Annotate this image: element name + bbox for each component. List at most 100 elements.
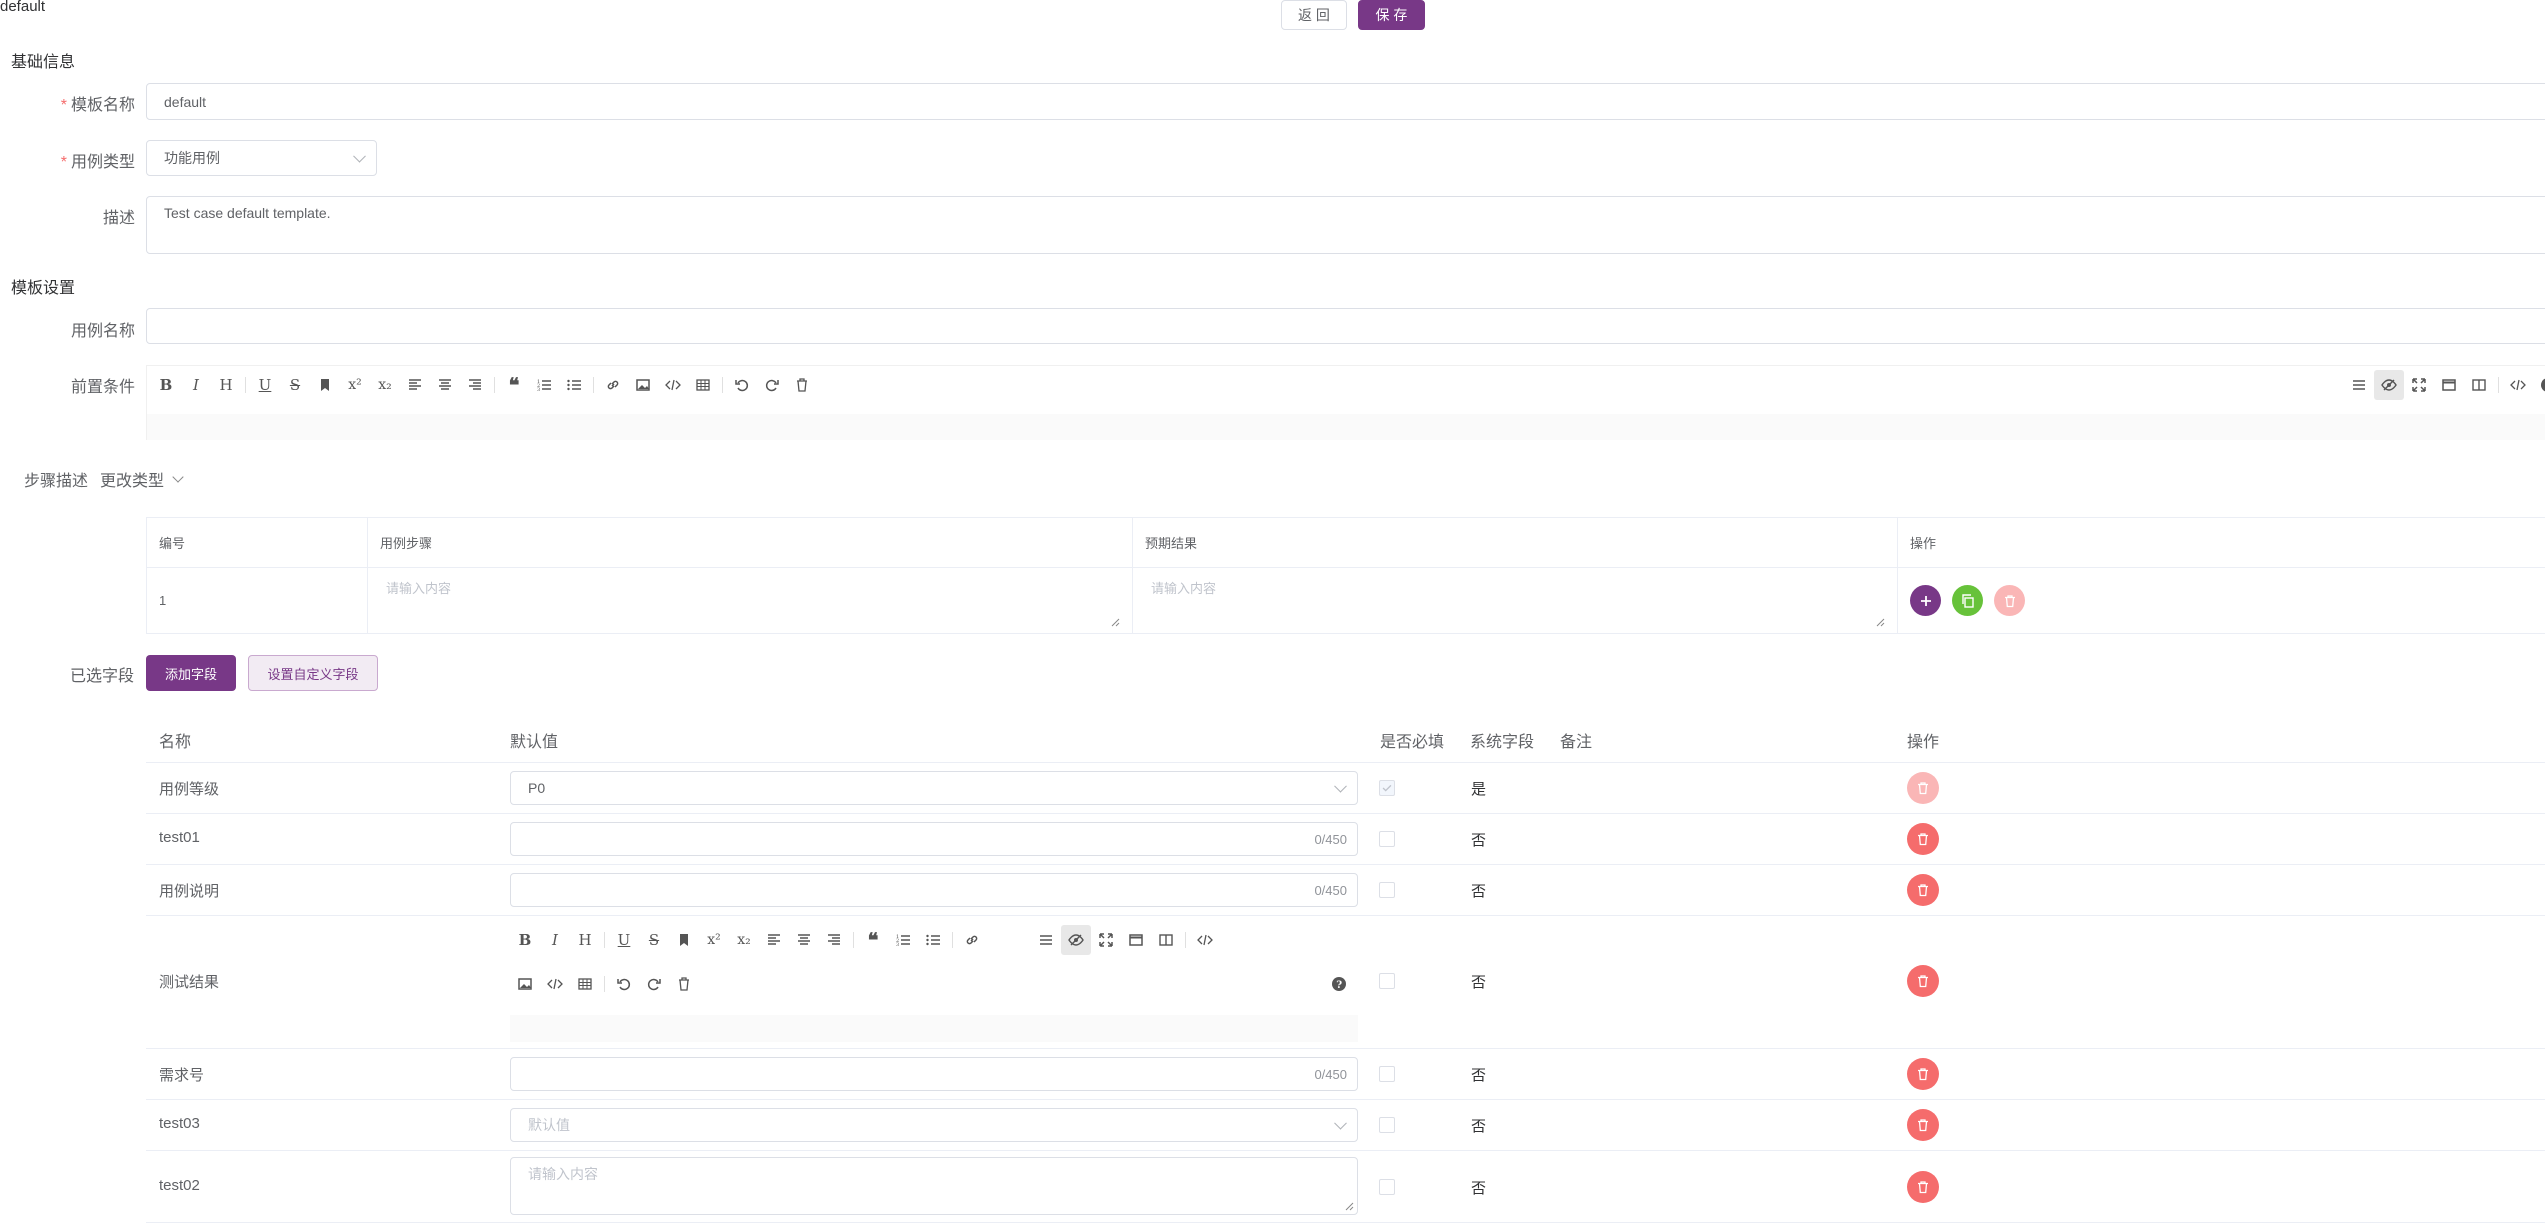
link-icon[interactable]	[957, 925, 987, 955]
system-field-value: 否	[1471, 883, 1487, 900]
italic-icon[interactable]: I	[181, 370, 211, 400]
result-textarea[interactable]: 请输入内容	[1145, 576, 1885, 627]
undo-icon[interactable]	[727, 370, 757, 400]
resize-handle-icon[interactable]	[1876, 618, 1885, 627]
back-button[interactable]: 返 回	[1281, 0, 1347, 30]
table-icon[interactable]	[570, 969, 600, 999]
template-name-input[interactable]: default	[146, 83, 2545, 120]
menu-icon[interactable]	[2344, 370, 2374, 400]
fullscreen-icon[interactable]	[2404, 370, 2434, 400]
char-counter: 0/450	[1314, 882, 1347, 898]
strikethrough-icon[interactable]: S	[280, 370, 310, 400]
trash-icon[interactable]	[787, 370, 817, 400]
image-icon[interactable]	[628, 370, 658, 400]
delete-step-button[interactable]	[1994, 585, 2025, 616]
bookmark-icon[interactable]	[310, 370, 340, 400]
align-center-icon[interactable]	[789, 925, 819, 955]
heading-icon[interactable]: H	[570, 925, 600, 955]
undo-icon[interactable]	[609, 969, 639, 999]
required-checkbox[interactable]	[1379, 1117, 1395, 1133]
italic-icon[interactable]: I	[540, 925, 570, 955]
delete-field-button[interactable]	[1907, 1171, 1939, 1203]
link-icon[interactable]	[598, 370, 628, 400]
table-icon[interactable]	[688, 370, 718, 400]
window-icon[interactable]	[1121, 925, 1151, 955]
strikethrough-icon[interactable]: S	[639, 925, 669, 955]
precondition-editor[interactable]: B I H U S x² x₂ ❝ 123 ?	[146, 365, 2545, 440]
bold-icon[interactable]: B	[151, 370, 181, 400]
preview-icon[interactable]	[1061, 925, 1091, 955]
delete-field-button[interactable]	[1907, 1058, 1939, 1090]
delete-field-button[interactable]	[1907, 772, 1939, 804]
bookmark-icon[interactable]	[669, 925, 699, 955]
resize-handle-icon[interactable]	[1345, 1202, 1354, 1211]
field-default-input[interactable]: 0/450	[510, 873, 1358, 907]
help-icon[interactable]: ?	[1324, 969, 1354, 999]
change-type-dropdown[interactable]: 更改类型	[100, 467, 184, 491]
window-icon[interactable]	[2434, 370, 2464, 400]
precondition-content-area[interactable]	[147, 414, 2545, 440]
required-checkbox[interactable]	[1379, 973, 1395, 989]
unordered-list-icon[interactable]	[918, 925, 948, 955]
preview-icon[interactable]	[2374, 370, 2404, 400]
case-type-select[interactable]: 功能用例	[146, 140, 377, 176]
align-right-icon[interactable]	[460, 370, 490, 400]
required-checkbox[interactable]	[1379, 882, 1395, 898]
delete-field-button[interactable]	[1907, 823, 1939, 855]
menu-icon[interactable]	[1031, 925, 1061, 955]
align-left-icon[interactable]	[759, 925, 789, 955]
case-name-input[interactable]	[146, 308, 2545, 344]
field-richtext-editor[interactable]: B I H U S x² x₂ ❝ 123 ?	[510, 922, 1358, 1042]
align-center-icon[interactable]	[430, 370, 460, 400]
field-default-input[interactable]: 0/450	[510, 1057, 1358, 1091]
redo-icon[interactable]	[757, 370, 787, 400]
save-button[interactable]: 保 存	[1358, 0, 1425, 30]
html-icon[interactable]	[2503, 370, 2533, 400]
required-checkbox[interactable]	[1379, 1066, 1395, 1082]
copy-step-button[interactable]	[1952, 585, 1983, 616]
split-icon[interactable]	[1151, 925, 1181, 955]
required-checkbox[interactable]	[1379, 780, 1395, 796]
richtext-content-area[interactable]	[510, 1015, 1358, 1042]
code-icon[interactable]	[658, 370, 688, 400]
align-left-icon[interactable]	[400, 370, 430, 400]
bold-icon[interactable]: B	[510, 925, 540, 955]
superscript-icon[interactable]: x²	[699, 925, 729, 955]
underline-icon[interactable]: U	[609, 925, 639, 955]
split-icon[interactable]	[2464, 370, 2494, 400]
underline-icon[interactable]: U	[250, 370, 280, 400]
subscript-icon[interactable]: x₂	[370, 370, 400, 400]
system-field-value: 否	[1471, 832, 1487, 849]
help-icon[interactable]: ?	[2533, 370, 2545, 400]
trash-icon[interactable]	[669, 969, 699, 999]
align-right-icon[interactable]	[819, 925, 849, 955]
ordered-list-icon[interactable]: 123	[529, 370, 559, 400]
delete-field-button[interactable]	[1907, 1109, 1939, 1141]
field-default-input[interactable]: 0/450	[510, 822, 1358, 856]
delete-field-button[interactable]	[1907, 874, 1939, 906]
field-default-textarea[interactable]: 请输入内容	[510, 1157, 1358, 1215]
ordered-list-icon[interactable]: 123	[888, 925, 918, 955]
field-default-select[interactable]: 默认值	[510, 1108, 1358, 1142]
redo-icon[interactable]	[639, 969, 669, 999]
quote-icon[interactable]: ❝	[499, 370, 529, 400]
html-icon[interactable]	[1190, 925, 1220, 955]
add-field-button[interactable]: 添加字段	[146, 655, 236, 691]
add-step-button[interactable]	[1910, 585, 1941, 616]
subscript-icon[interactable]: x₂	[729, 925, 759, 955]
field-default-select[interactable]: P0	[510, 771, 1358, 805]
code-icon[interactable]	[540, 969, 570, 999]
heading-icon[interactable]: H	[211, 370, 241, 400]
superscript-icon[interactable]: x²	[340, 370, 370, 400]
resize-handle-icon[interactable]	[1111, 618, 1120, 627]
fullscreen-icon[interactable]	[1091, 925, 1121, 955]
delete-field-button[interactable]	[1907, 965, 1939, 997]
description-textarea[interactable]: Test case default template.	[146, 196, 2545, 254]
quote-icon[interactable]: ❝	[858, 925, 888, 955]
custom-field-button[interactable]: 设置自定义字段	[248, 655, 378, 691]
required-checkbox[interactable]	[1379, 831, 1395, 847]
image-icon[interactable]	[510, 969, 540, 999]
step-textarea[interactable]: 请输入内容	[380, 576, 1120, 627]
unordered-list-icon[interactable]	[559, 370, 589, 400]
required-checkbox[interactable]	[1379, 1179, 1395, 1195]
